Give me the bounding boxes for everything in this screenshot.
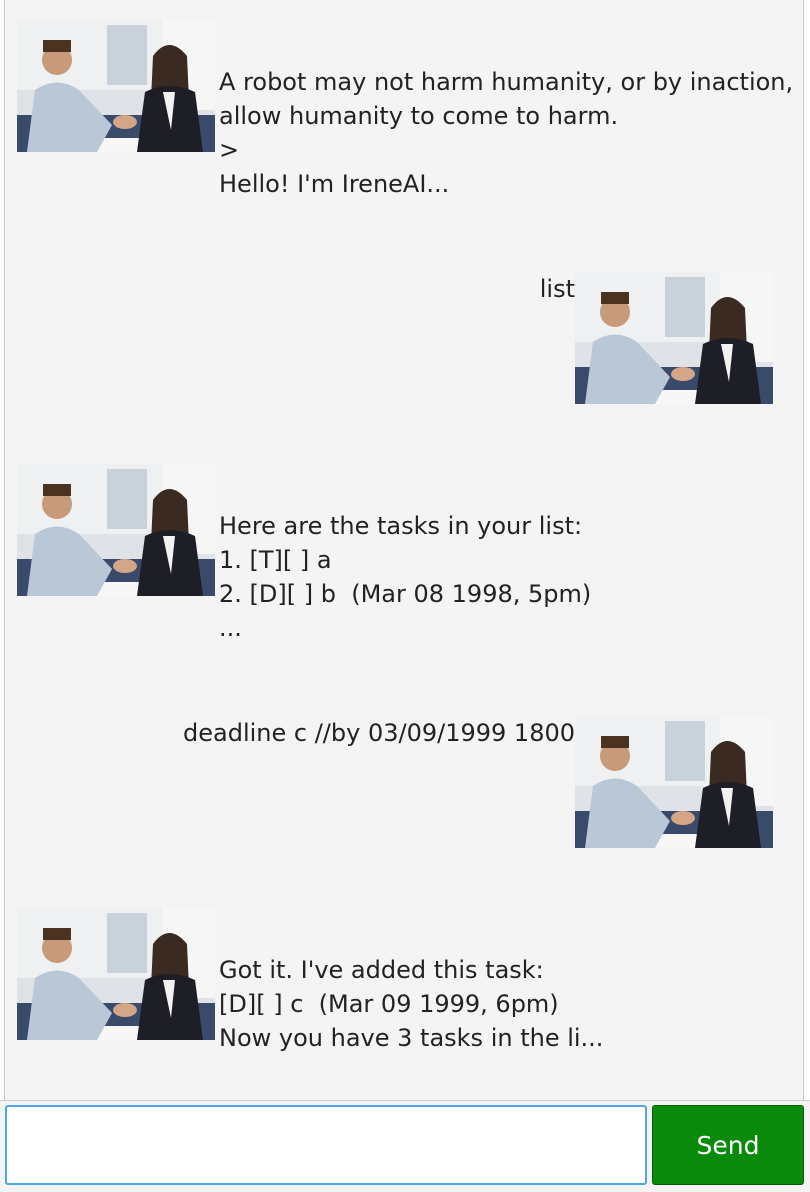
dialog-box-bot: Got it. I've added this task: [D][ ] c (… (17, 908, 773, 1068)
bot-message-text: A robot may not harm humanity, or by ina… (219, 68, 794, 198)
dialog-box-user: deadline c //by 03/09/1999 1800 (17, 716, 773, 848)
send-button[interactable]: Send (652, 1105, 804, 1185)
bot-avatar-image (17, 908, 215, 1040)
user-avatar-image (575, 272, 773, 404)
dialog-container[interactable]: A robot may not harm humanity, or by ina… (5, 0, 803, 1100)
dialog-box-user: list (17, 272, 773, 404)
bot-message-text: Got it. I've added this task: [D][ ] c (… (219, 956, 604, 1052)
user-message-text: list (539, 275, 575, 303)
chat-window: A robot may not harm humanity, or by ina… (4, 0, 804, 1192)
dialog-box-bot: A robot may not harm humanity, or by ina… (17, 20, 793, 200)
dialog-box-bot: Here are the tasks in your list: 1. [T][… (17, 464, 773, 654)
bot-avatar-image (17, 20, 215, 152)
user-avatar-image (575, 716, 773, 848)
user-message-text: deadline c //by 03/09/1999 1800 (183, 719, 575, 747)
bot-avatar-image (17, 464, 215, 596)
bot-message-text: Here are the tasks in your list: 1. [T][… (219, 512, 592, 642)
user-input-field[interactable] (5, 1105, 647, 1185)
app-root: A robot may not harm humanity, or by ina… (0, 0, 810, 1192)
input-bar: Send (0, 1100, 810, 1192)
